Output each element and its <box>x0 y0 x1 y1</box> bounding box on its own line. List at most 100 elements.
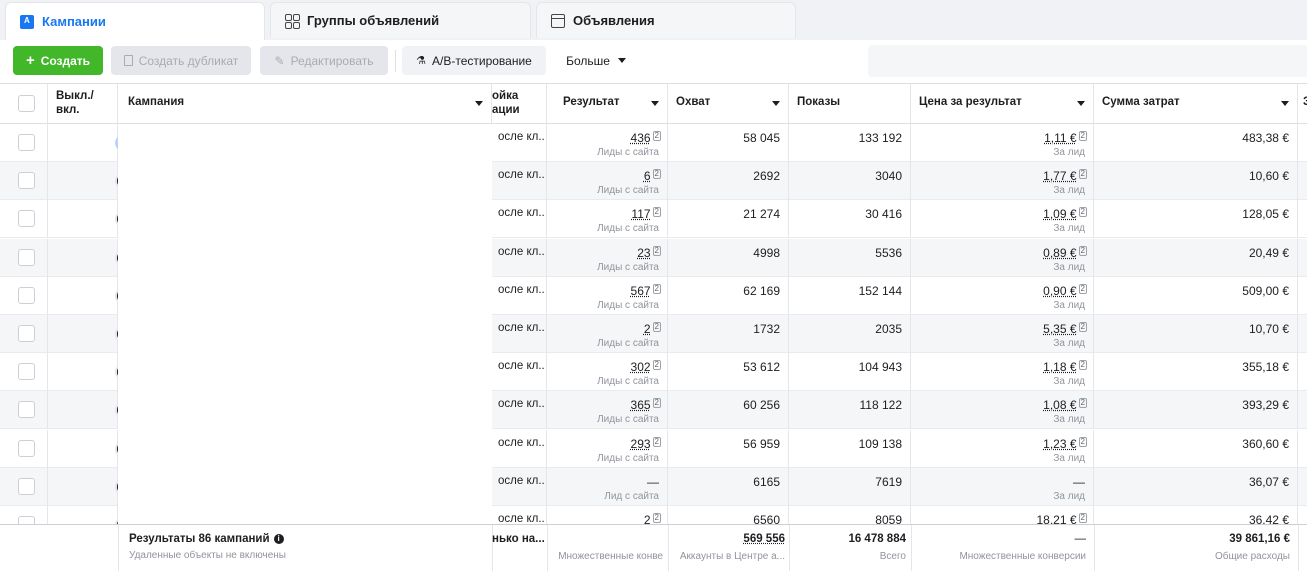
impressions-column-header[interactable]: Показы <box>789 84 911 124</box>
footer-reach-sub: Аккаунты в Центре а... <box>679 551 785 562</box>
row-checkbox[interactable] <box>18 477 35 495</box>
attribution-setting: осле кл... <box>498 436 545 449</box>
row-checkbox[interactable] <box>18 210 35 228</box>
attribution-setting: осле кл... <box>498 360 545 373</box>
cost-per-result-value[interactable]: 1,11 €2 <box>1044 131 1087 145</box>
row-checkbox[interactable] <box>18 325 35 342</box>
info-icon: 2 <box>652 169 661 180</box>
info-icon: 2 <box>652 207 661 218</box>
result-value[interactable]: — <box>647 475 659 489</box>
cost-per-result-type: За лид <box>1053 452 1085 464</box>
row-checkbox[interactable] <box>18 286 35 304</box>
more-button[interactable]: Больше <box>556 46 636 75</box>
tab-ad-sets[interactable]: Группы объявлений <box>270 2 531 38</box>
cost-per-result-value[interactable]: 1,77 €2 <box>1043 169 1087 183</box>
select-all-header <box>0 84 48 124</box>
attribution-setting: осле кл... <box>498 169 545 182</box>
result-value[interactable]: 365 2 <box>631 398 661 412</box>
result-value[interactable]: 436 2 <box>631 131 661 145</box>
cost-per-result-value[interactable]: 1,23 €2 <box>1043 436 1087 451</box>
result-column-header[interactable]: Результат <box>547 84 668 124</box>
result-value[interactable]: 62 <box>644 169 661 183</box>
select-all-checkbox[interactable] <box>18 95 35 112</box>
info-icon: 2 <box>1078 436 1087 447</box>
cost-per-result-type: За лид <box>1053 147 1085 158</box>
search-area[interactable] <box>868 45 1307 77</box>
attribution-column-header[interactable]: ойка ации <box>492 84 547 124</box>
cost-per-result-value[interactable]: 1,18 €2 <box>1043 360 1087 374</box>
tab-ads[interactable]: Объявления <box>536 2 796 38</box>
tab-campaigns[interactable]: Кампании <box>5 2 265 40</box>
attribution-setting: осле кл... <box>498 245 545 258</box>
result-value[interactable]: 293 2 <box>631 436 661 451</box>
cost-per-result-value[interactable]: 5,35 €2 <box>1043 322 1087 336</box>
cost-per-result-type: За лид <box>1053 185 1085 197</box>
info-icon: 2 <box>652 322 661 332</box>
tab-bar: Кампании Группы объявлений Объявления <box>0 0 1307 40</box>
attribution-setting: осле кл... <box>498 322 545 334</box>
edit-button[interactable]: ✎ Редактировать <box>260 46 388 75</box>
result-value[interactable]: 22 <box>644 322 661 336</box>
ab-test-label: A/B-тестирование <box>432 53 532 68</box>
results-summary: Результаты 86 кампаний i <box>129 533 284 545</box>
reach-value: 62 169 <box>743 283 780 298</box>
amount-spent-value: 483,38 € <box>1242 131 1289 145</box>
chevron-down-icon[interactable] <box>1077 101 1085 106</box>
row-checkbox[interactable] <box>18 172 35 190</box>
row-checkbox[interactable] <box>18 248 35 266</box>
result-value[interactable]: 23 2 <box>637 245 661 260</box>
ab-test-button[interactable]: ⚗ A/B-тестирование <box>402 46 546 75</box>
cost-per-result-value[interactable]: 1,09 €2 <box>1043 207 1087 221</box>
info-icon: 2 <box>1078 398 1087 409</box>
attribution-setting: осле кл... <box>498 398 545 411</box>
cost-per-result-value[interactable]: — <box>1073 475 1085 489</box>
flask-icon: ⚗ <box>416 55 427 67</box>
amount-spent-value: 10,60 € <box>1248 169 1289 184</box>
result-type: Лиды с сайта <box>597 147 659 158</box>
campaigns-table: Выкл./ вкл. Кампания ойка ации Результат… <box>0 84 1307 571</box>
result-value[interactable]: 302 2 <box>631 360 661 374</box>
duplicate-icon <box>123 55 133 66</box>
cost-per-result-type: За лид <box>1053 261 1085 273</box>
attribution-setting: осле кл... <box>498 207 545 220</box>
impressions-value: 2035 <box>875 322 902 336</box>
result-value[interactable]: 117 2 <box>631 207 661 221</box>
info-icon: 2 <box>652 283 661 294</box>
info-icon: 2 <box>1078 131 1087 141</box>
next-column-header[interactable]: З <box>1298 84 1307 124</box>
result-type: Лиды с сайта <box>597 185 659 197</box>
cost-per-result-value[interactable]: 1,08 €2 <box>1043 398 1087 412</box>
chevron-down-icon[interactable] <box>1281 101 1289 106</box>
info-icon: 2 <box>1078 169 1087 180</box>
amount-spent-column-header[interactable]: Сумма затрат <box>1094 84 1298 124</box>
row-checkbox[interactable] <box>18 401 35 419</box>
amount-spent-value: 36,07 € <box>1248 474 1289 489</box>
row-checkbox[interactable] <box>18 134 35 151</box>
reach-value: 21 274 <box>743 207 780 222</box>
chevron-down-icon[interactable] <box>772 101 780 106</box>
create-label: Создать <box>40 53 91 68</box>
campaign-column-header[interactable]: Кампания <box>118 84 492 124</box>
cost-per-result-type: За лид <box>1053 223 1085 235</box>
impressions-value: 109 138 <box>858 436 902 451</box>
row-checkbox[interactable] <box>18 439 35 457</box>
duplicate-button[interactable]: Создать дубликат <box>111 46 251 75</box>
chevron-down-icon[interactable] <box>651 101 659 106</box>
toggle-column-header[interactable]: Выкл./ вкл. <box>48 84 118 124</box>
cost-per-result-column-header[interactable]: Цена за результат <box>911 84 1094 124</box>
info-icon[interactable]: i <box>273 533 284 544</box>
info-icon: 2 <box>1078 322 1087 332</box>
footer-reach: 569 556 <box>743 533 785 545</box>
result-value[interactable]: 567 2 <box>631 283 661 298</box>
cost-per-result-value[interactable]: 0,90 €2 <box>1043 283 1087 298</box>
create-button[interactable]: + Создать <box>13 46 103 75</box>
row-checkbox[interactable] <box>18 363 35 381</box>
impressions-value: 104 943 <box>858 360 902 375</box>
campaign-names-area <box>118 124 492 570</box>
amount-spent-value: 360,60 € <box>1242 436 1289 451</box>
attribution-setting: осле кл... <box>498 131 545 143</box>
reach-column-header[interactable]: Охват <box>668 84 789 124</box>
info-icon: 2 <box>652 245 661 256</box>
chevron-down-icon[interactable] <box>475 101 483 106</box>
cost-per-result-value[interactable]: 0,89 €2 <box>1043 245 1087 260</box>
